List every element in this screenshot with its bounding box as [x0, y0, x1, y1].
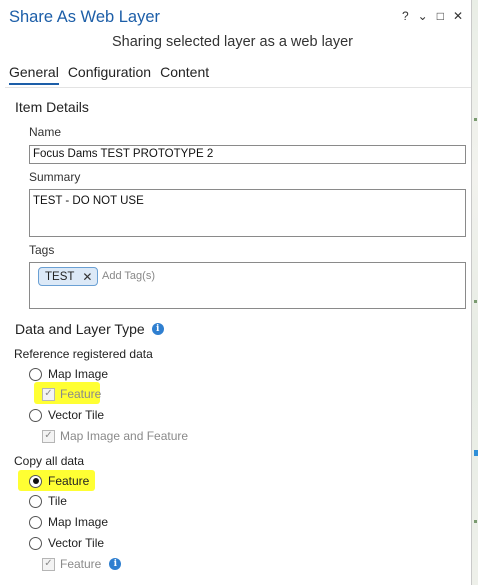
share-web-layer-pane: Share As Web Layer ? ⌄ □ ✕ Sharing selec…: [0, 0, 471, 585]
radio-label: Tile: [48, 494, 67, 508]
info-icon[interactable]: i: [109, 558, 122, 570]
radio-label: Map Image: [48, 367, 109, 381]
tags-label: Tags: [29, 243, 55, 257]
map-view-edge: [471, 0, 478, 585]
radio-label: Feature: [48, 474, 90, 488]
checkbox[interactable]: ✓: [42, 557, 55, 571]
radio-copy-feature[interactable]: Feature: [29, 474, 89, 488]
reference-registered-data-label: Reference registered data: [14, 347, 153, 361]
data-layer-type-heading-text: Data and Layer Type: [15, 321, 145, 337]
close-icon[interactable]: ✕: [453, 10, 463, 22]
radio-label: Map Image: [48, 515, 109, 529]
radio-button[interactable]: [29, 408, 42, 422]
tab-configuration[interactable]: Configuration: [68, 64, 151, 85]
radio-button[interactable]: [29, 515, 42, 529]
checkbox-label: Map Image and Feature: [60, 429, 189, 443]
radio-button[interactable]: [29, 536, 42, 550]
checkbox-label: Feature: [60, 387, 102, 401]
name-field[interactable]: Focus Dams TEST PROTOTYPE 2: [29, 145, 466, 164]
copy-all-data-label: Copy all data: [14, 454, 85, 468]
radio-copy-map-image[interactable]: Map Image: [29, 515, 108, 529]
checkbox-reference-feature[interactable]: ✓ Feature: [42, 387, 101, 401]
tab-general[interactable]: General: [9, 64, 59, 85]
maximize-icon[interactable]: □: [437, 10, 444, 22]
radio-label: Vector Tile: [48, 408, 105, 422]
pane-title: Share As Web Layer: [9, 8, 161, 26]
summary-field[interactable]: TEST - DO NOT USE: [29, 189, 466, 237]
pane-titlebar: Share As Web Layer ? ⌄ □ ✕: [0, 0, 471, 32]
window-controls: ? ⌄ □ ✕: [402, 10, 463, 22]
radio-button[interactable]: [29, 494, 42, 508]
radio-reference-map-image[interactable]: Map Image: [29, 367, 108, 381]
radio-reference-vector-tile[interactable]: Vector Tile: [29, 408, 104, 422]
map-feature-dot: [474, 118, 477, 121]
item-details-heading: Item Details: [15, 99, 89, 115]
summary-label: Summary: [29, 170, 81, 184]
tab-bar: General Configuration Content: [9, 64, 209, 85]
map-feature-dot: [474, 520, 477, 523]
pane-subtitle: Sharing selected layer as a web layer: [112, 34, 353, 50]
checkbox-map-image-and-feature[interactable]: ✓ Map Image and Feature: [42, 429, 188, 443]
data-layer-type-heading: Data and Layer Type i: [15, 321, 164, 337]
radio-button[interactable]: [29, 367, 42, 381]
radio-copy-vector-tile[interactable]: Vector Tile: [29, 536, 104, 550]
add-tag-placeholder[interactable]: Add Tag(s): [102, 270, 155, 282]
chevron-down-icon[interactable]: ⌄: [418, 10, 428, 22]
name-label: Name: [29, 125, 62, 139]
radio-label: Vector Tile: [48, 536, 105, 550]
tab-content[interactable]: Content: [160, 64, 209, 85]
info-icon[interactable]: i: [151, 323, 164, 335]
map-feature-dot: [474, 300, 477, 303]
checkbox-vector-tile-feature[interactable]: ✓ Feature i: [42, 557, 122, 571]
radio-copy-tile[interactable]: Tile: [29, 494, 67, 508]
tag-chip[interactable]: TEST ✕: [38, 267, 98, 286]
remove-tag-icon[interactable]: ✕: [82, 270, 92, 284]
checkbox[interactable]: ✓: [42, 429, 55, 443]
tag-chip-label: TEST: [45, 270, 75, 283]
radio-button-selected[interactable]: [29, 474, 42, 488]
checkbox-label: Feature: [60, 557, 102, 571]
map-water-feature: [474, 450, 478, 456]
help-icon[interactable]: ?: [402, 10, 409, 22]
tab-divider: [5, 87, 471, 88]
checkbox[interactable]: ✓: [42, 387, 55, 401]
